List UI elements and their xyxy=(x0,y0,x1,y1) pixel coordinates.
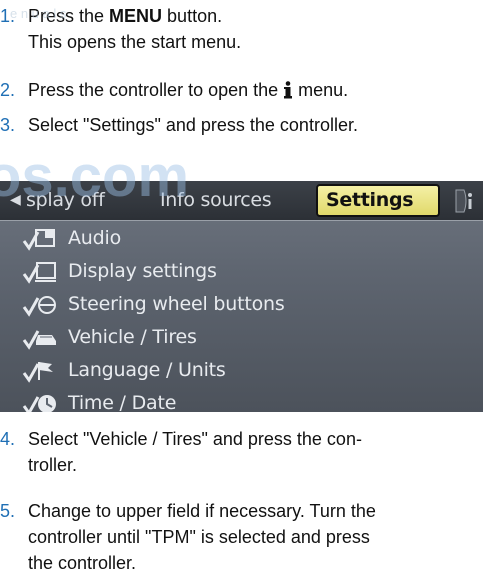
list-item[interactable]: Audio xyxy=(0,222,483,254)
flag-icon xyxy=(22,362,53,383)
steering-wheel-icon xyxy=(22,296,56,317)
list-item[interactable]: Steering wheel buttons xyxy=(0,288,483,320)
step-text: Press the controller to open the menu. xyxy=(28,80,349,100)
step-text-line2: controller until "TPM" is selected and p… xyxy=(28,527,370,547)
list-item[interactable]: Language / Units xyxy=(0,354,483,386)
step-number: 1. xyxy=(0,6,16,26)
audio-settings-icon xyxy=(22,229,55,251)
list-item-label: Language / Units xyxy=(68,359,226,381)
list-item-label: Time / Date xyxy=(68,392,177,412)
info-menu-icon xyxy=(284,81,293,99)
tab-display-off[interactable]: splay off xyxy=(26,189,105,211)
menu-button-label: MENU xyxy=(109,6,163,26)
step-number: 3. xyxy=(0,115,16,135)
step-text-line2: This opens the start menu. xyxy=(28,32,242,52)
display-settings-icon xyxy=(22,262,56,284)
step-text-line3: the controller. xyxy=(28,553,137,573)
clock-icon xyxy=(22,395,56,412)
scroll-left-icon[interactable]: ◀ xyxy=(10,192,21,208)
step-text: Select "Settings" and press the controll… xyxy=(28,115,358,135)
list-item[interactable]: Vehicle / Tires xyxy=(0,321,483,353)
menu-bar: ◀ splay off Info sources Settings xyxy=(0,181,483,221)
list-item-label: Vehicle / Tires xyxy=(68,326,197,348)
tab-settings[interactable]: Settings xyxy=(316,184,440,217)
step-text-line2: troller. xyxy=(28,455,78,475)
step-number: 4. xyxy=(0,429,16,449)
tab-settings-label: Settings xyxy=(326,189,414,211)
tab-info-sources[interactable]: Info sources xyxy=(160,189,272,211)
step-text: Press the MENU button. xyxy=(28,6,223,26)
idrive-screen: ◀ splay off Info sources Settings Audio xyxy=(0,181,483,412)
list-item-label: Display settings xyxy=(68,260,217,282)
step-text: Select "Vehicle / Tires" and press the c… xyxy=(28,429,362,449)
info-tab-icon[interactable] xyxy=(448,186,483,216)
step-number: 2. xyxy=(0,80,16,100)
step-text: Change to upper field if necessary. Turn… xyxy=(28,501,376,521)
list-item-label: Audio xyxy=(68,227,122,249)
vehicle-icon xyxy=(22,330,56,350)
list-item-label: Steering wheel buttons xyxy=(68,293,285,315)
step-number: 5. xyxy=(0,501,16,521)
list-item[interactable]: Time / Date xyxy=(0,387,483,412)
list-item[interactable]: Display settings xyxy=(0,255,483,287)
